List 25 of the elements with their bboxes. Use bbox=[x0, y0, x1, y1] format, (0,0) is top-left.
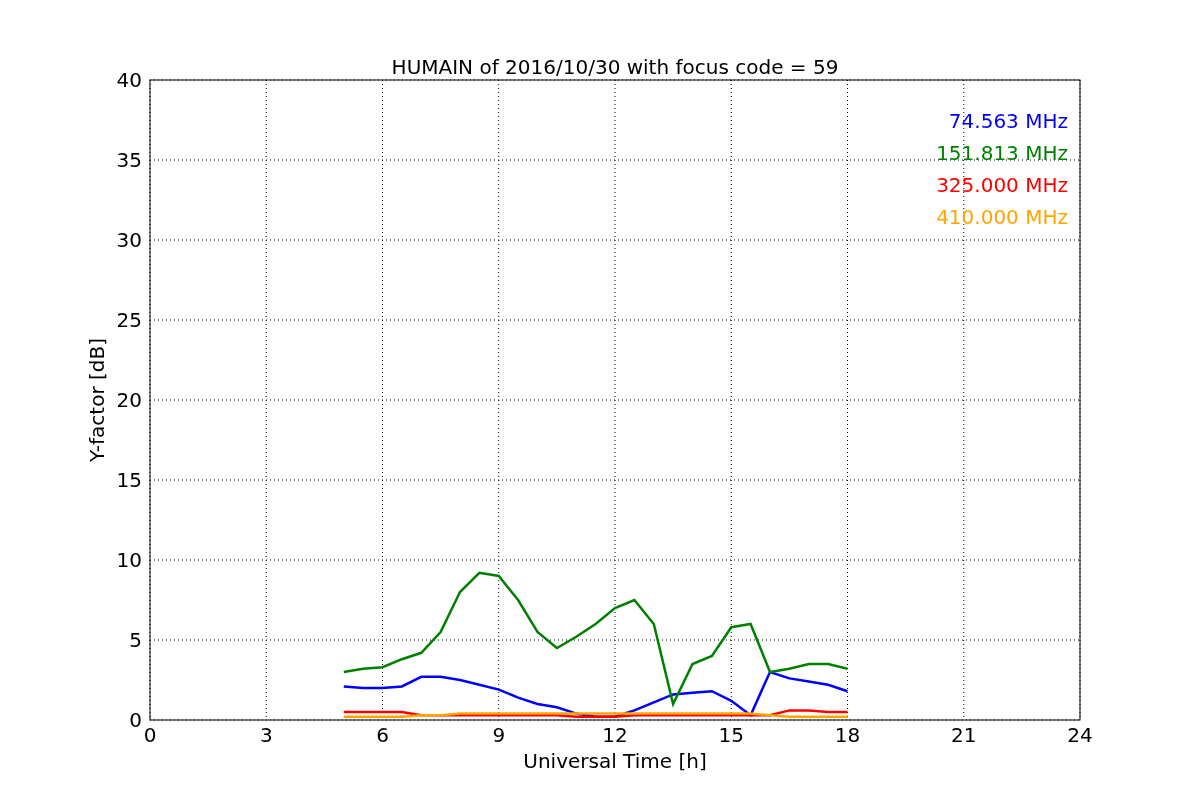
tick-label: 9 bbox=[492, 723, 506, 747]
x-axis-label: Universal Time [h] bbox=[523, 749, 707, 773]
tick-label: 0 bbox=[129, 708, 142, 732]
tick-label: 21 bbox=[951, 723, 977, 747]
tick-label: 24 bbox=[1067, 723, 1093, 747]
tick-label: 15 bbox=[116, 468, 142, 492]
legend-label: 410.000 MHz bbox=[936, 205, 1068, 229]
chart-title: HUMAIN of 2016/10/30 with focus code = 59 bbox=[391, 55, 839, 79]
legend-label: 151.813 MHz bbox=[936, 141, 1068, 165]
tick-label: 20 bbox=[116, 388, 142, 412]
tick-label: 12 bbox=[602, 723, 628, 747]
tick-label: 15 bbox=[718, 723, 744, 747]
legend-label: 74.563 MHz bbox=[948, 109, 1068, 133]
tick-label: 6 bbox=[376, 723, 389, 747]
tick-label: 18 bbox=[834, 723, 861, 747]
tick-label: 30 bbox=[116, 228, 142, 252]
legend-label: 325.000 MHz bbox=[936, 173, 1068, 197]
tick-label: 5 bbox=[129, 628, 142, 652]
tick-label: 25 bbox=[116, 308, 142, 332]
tick-label: 3 bbox=[259, 723, 273, 747]
y-axis-label: Y-factor [dB] bbox=[85, 338, 109, 462]
tick-label: 10 bbox=[116, 548, 142, 572]
tick-label: 0 bbox=[143, 723, 157, 747]
tick-label: 40 bbox=[116, 68, 142, 92]
tick-label: 35 bbox=[116, 148, 142, 172]
